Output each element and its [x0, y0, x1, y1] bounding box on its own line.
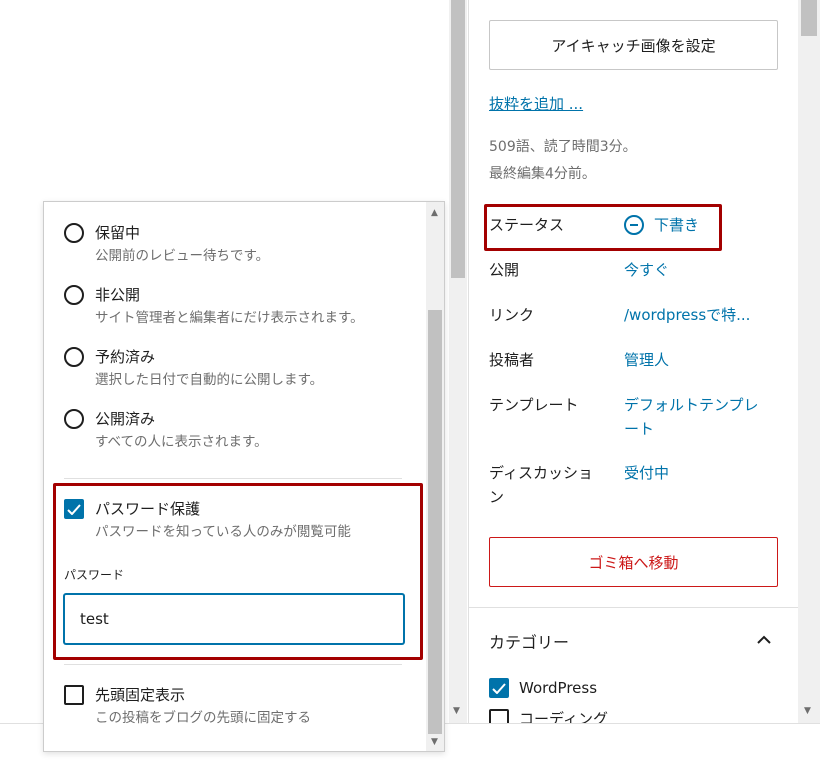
password-label: パスワード — [64, 568, 125, 582]
scroll-down-arrow-icon[interactable]: ▼ — [453, 706, 460, 716]
discussion-value[interactable]: 受付中 — [624, 461, 774, 485]
settings-sidebar: アイキャッチ画像を設定 抜粋を追加 ... 509語、読了時間3分。 最終編集4… — [468, 0, 798, 723]
category-label: WordPress — [519, 679, 598, 697]
publish-label: 公開 — [489, 261, 520, 279]
option-private[interactable]: 非公開 サイト管理者と編集者にだけ表示されます。 — [64, 284, 414, 328]
checkbox-unchecked-icon[interactable] — [489, 708, 509, 723]
option-description: 選択した日付で自動的に公開します。 — [95, 372, 324, 388]
radio-unchecked-icon[interactable] — [64, 347, 84, 367]
author-value[interactable]: 管理人 — [624, 348, 774, 372]
popover-separator — [64, 664, 402, 665]
option-pending[interactable]: 保留中 公開前のレビュー待ちです。 — [64, 222, 414, 266]
popover-scrollbar[interactable]: ▲ ▼ — [426, 202, 444, 751]
scroll-down-arrow-icon[interactable]: ▼ — [431, 737, 438, 747]
category-label: コーディング — [519, 710, 608, 723]
sticky-option[interactable]: 先頭固定表示 この投稿をブログの先頭に固定する — [64, 684, 414, 728]
category-item-wordpress[interactable]: WordPress — [489, 678, 597, 698]
editor-scrollbar[interactable]: ▼ — [449, 0, 467, 723]
word-count: 509語、読了時間3分。 — [489, 139, 637, 155]
move-to-trash-button[interactable]: ゴミ箱へ移動 — [489, 537, 778, 587]
sidebar-scrollbar-thumb[interactable] — [801, 0, 817, 36]
categories-panel-title[interactable]: カテゴリー — [489, 629, 569, 653]
scroll-up-arrow-icon[interactable]: ▲ — [431, 208, 438, 218]
popover-scrollbar-thumb[interactable] — [428, 310, 442, 734]
password-input[interactable] — [64, 594, 404, 644]
category-item-coding[interactable]: コーディング — [489, 708, 608, 723]
checkbox-unchecked-icon[interactable] — [64, 685, 84, 705]
scroll-down-arrow-icon[interactable]: ▼ — [804, 706, 811, 716]
radio-unchecked-icon[interactable] — [64, 409, 84, 429]
radio-unchecked-icon[interactable] — [64, 223, 84, 243]
option-published[interactable]: 公開済み すべての人に表示されます。 — [64, 408, 414, 452]
author-label: 投稿者 — [489, 351, 535, 369]
popover-separator — [64, 478, 402, 479]
checkbox-checked-icon[interactable] — [489, 678, 509, 698]
visibility-popover: 保留中 公開前のレビュー待ちです。 非公開 サイト管理者と編集者にだけ表示されま… — [43, 201, 445, 752]
editor-scrollbar-thumb[interactable] — [451, 0, 465, 278]
option-description: 公開前のレビュー待ちです。 — [95, 248, 270, 264]
status-label: ステータス — [489, 216, 565, 234]
publish-value[interactable]: 今すぐ — [624, 258, 774, 282]
checkbox-checked-icon[interactable] — [64, 499, 84, 519]
option-description: パスワードを知っている人のみが閲覧可能 — [95, 524, 351, 540]
option-description: すべての人に表示されます。 — [95, 434, 268, 450]
option-description: この投稿をブログの先頭に固定する — [95, 710, 311, 726]
sidebar-scrollbar[interactable]: ▼ — [798, 0, 820, 723]
set-featured-image-button[interactable]: アイキャッチ画像を設定 — [489, 20, 778, 70]
option-title: 非公開 — [95, 286, 141, 304]
add-excerpt-link[interactable]: 抜粋を追加 ... — [489, 93, 583, 114]
radio-unchecked-icon[interactable] — [64, 285, 84, 305]
status-value[interactable]: 下書き — [654, 213, 699, 237]
link-label: リンク — [489, 306, 535, 324]
status-toggle[interactable]: 下書き — [624, 213, 774, 237]
option-title: 保留中 — [95, 224, 141, 242]
option-scheduled[interactable]: 予約済み 選択した日付で自動的に公開します。 — [64, 346, 414, 390]
discussion-label: ディスカッション — [489, 464, 593, 506]
option-title: 予約済み — [95, 348, 156, 366]
option-title: パスワード保護 — [95, 500, 201, 518]
option-title: 先頭固定表示 — [95, 686, 186, 704]
panel-divider — [469, 607, 798, 608]
option-title: 公開済み — [95, 410, 156, 428]
link-value[interactable]: /wordpressで特... — [624, 303, 774, 327]
template-value[interactable]: デフォルトテンプレート — [624, 393, 764, 441]
chevron-up-icon[interactable] — [753, 628, 775, 650]
password-protect-option[interactable]: パスワード保護 パスワードを知っている人のみが閲覧可能 — [64, 498, 414, 542]
post-stats: 509語、読了時間3分。 最終編集4分前。 — [489, 134, 637, 188]
template-label: テンプレート — [489, 396, 579, 414]
last-edited: 最終編集4分前。 — [489, 166, 596, 182]
draft-status-icon — [624, 215, 644, 235]
option-description: サイト管理者と編集者にだけ表示されます。 — [95, 310, 364, 326]
